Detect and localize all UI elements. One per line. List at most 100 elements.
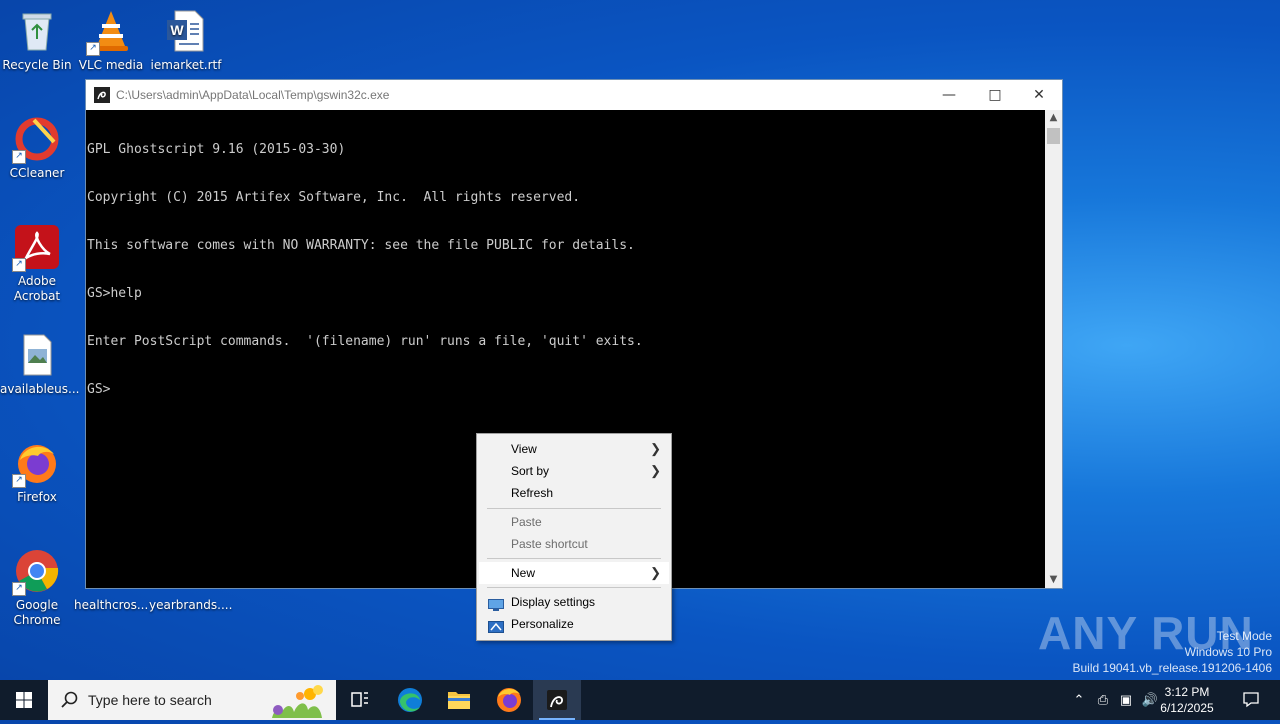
chevron-up-icon[interactable]: ⌃ (1070, 690, 1088, 710)
console-line: Copyright (C) 2015 Artifex Software, Inc… (87, 190, 581, 205)
desktop-icon-label: Google Chrome (13, 598, 61, 627)
acrobat-icon: ↗ (12, 224, 60, 272)
network-icon[interactable]: ▣ (1117, 690, 1135, 710)
menu-item-paste[interactable]: Paste (479, 511, 669, 533)
desktop-icon-yearbrands[interactable]: yearbrands.... (149, 598, 233, 613)
console-line: Enter PostScript commands. '(filename) r… (87, 334, 643, 349)
desktop-icon-iemarket[interactable]: W iemarket.rtf (149, 8, 223, 73)
shortcut-arrow-icon: ↗ (12, 474, 26, 488)
menu-item-new[interactable]: New ❯ (479, 562, 669, 584)
desktop-icon-ccleaner[interactable]: ↗ CCleaner (0, 116, 74, 181)
menu-separator (487, 587, 661, 588)
desktop-icon-label: healthcros... (74, 598, 149, 612)
usb-device-icon[interactable]: ⎙ (1094, 690, 1112, 710)
window-title: C:\Users\admin\AppData\Local\Temp\gswin3… (116, 88, 390, 102)
watermark-build: Build 19041.vb_release.191206-1406 (1072, 661, 1273, 675)
desktop-icon-label: Recycle Bin (2, 58, 72, 72)
menu-separator (487, 558, 661, 559)
menu-item-label: New (511, 566, 536, 580)
task-view-icon (351, 692, 368, 707)
desktop-icon-google-chrome[interactable]: ↗ Google Chrome (0, 548, 74, 628)
close-button[interactable]: ✕ (1016, 80, 1062, 110)
windows-watermark: Test Mode Windows 10 Pro Build 19041.vb_… (1073, 628, 1273, 676)
chrome-icon: ↗ (12, 548, 60, 596)
taskbar-ghostscript-button[interactable] (533, 680, 581, 720)
chevron-right-icon: ❯ (650, 463, 661, 478)
menu-item-sort-by[interactable]: Sort by ❯ (479, 460, 669, 482)
word-document-icon: W (163, 8, 209, 54)
desktop-icon-recycle-bin[interactable]: Recycle Bin (0, 8, 74, 73)
desktop-icon-adobe-acrobat[interactable]: ↗ Adobe Acrobat (0, 224, 74, 304)
taskbar-firefox-button[interactable] (485, 680, 533, 720)
minimize-button[interactable]: — (926, 80, 972, 110)
watermark-edition: Windows 10 Pro (1184, 645, 1272, 659)
clock-date: 6/12/2025 (1160, 701, 1214, 715)
firefox-icon: ↗ (12, 440, 60, 488)
svg-text:W: W (170, 22, 184, 38)
taskbar-file-explorer-button[interactable] (435, 680, 483, 720)
menu-item-display-settings[interactable]: Display settings (479, 591, 669, 613)
chevron-right-icon: ❯ (650, 441, 661, 456)
menu-separator (487, 508, 661, 509)
menu-item-personalize[interactable]: Personalize (479, 613, 669, 635)
menu-item-paste-shortcut[interactable]: Paste shortcut (479, 533, 669, 555)
menu-item-label: Personalize (511, 617, 574, 631)
maximize-button[interactable]: □ (972, 80, 1018, 110)
console-prompt-line: GS> (87, 382, 111, 397)
menu-item-label: Paste shortcut (511, 537, 588, 551)
desktop-icon-healthcros[interactable]: healthcros... (74, 598, 148, 613)
desktop-icon-firefox[interactable]: ↗ Firefox (0, 440, 74, 505)
search-highlight-flowers-icon (264, 682, 328, 722)
desktop-icon-availableus[interactable]: availableus... (0, 332, 80, 397)
vlc-icon: ↗ (86, 8, 134, 56)
desktop-icon-label: iemarket.rtf (150, 58, 222, 72)
desktop-icon-label: VLC media (78, 58, 144, 72)
menu-item-view[interactable]: View ❯ (479, 438, 669, 460)
taskbar-search-box[interactable]: Type here to search (48, 680, 336, 720)
recycle-bin-icon (14, 8, 60, 54)
menu-item-label: View (511, 442, 537, 456)
desktop-icon-vlc[interactable]: ↗ VLC media (74, 8, 148, 73)
console-line: This software comes with NO WARRANTY: se… (87, 238, 635, 253)
personalize-icon (488, 618, 504, 633)
menu-item-label: Display settings (511, 595, 596, 609)
ccleaner-icon: ↗ (12, 116, 60, 164)
desktop-icon-label: CCleaner (9, 166, 65, 180)
console-line: GS>help (87, 286, 142, 301)
scroll-thumb[interactable] (1047, 128, 1060, 144)
system-tray: ⌃ ⎙ ▣ 🔊 3:12 PM 6/12/2025 (1060, 680, 1280, 720)
firefox-icon (497, 688, 521, 712)
search-icon (60, 690, 80, 710)
taskbar: Type here to search ⌃ ⎙ ▣ 🔊 3:12 PM 6/12… (0, 680, 1280, 720)
watermark-test-mode: Test Mode (1216, 629, 1272, 643)
start-button[interactable] (0, 680, 48, 720)
menu-item-label: Sort by (511, 464, 550, 478)
notifications-icon[interactable] (1242, 690, 1260, 710)
shortcut-arrow-icon: ↗ (12, 582, 26, 596)
desktop-context-menu: View ❯ Sort by ❯ Refresh Paste Paste sho… (476, 433, 672, 641)
taskbar-edge-button[interactable] (386, 680, 434, 720)
scroll-up-icon[interactable]: ▲ (1045, 110, 1062, 126)
display-icon (488, 596, 504, 611)
chevron-right-icon: ❯ (650, 565, 661, 580)
shortcut-arrow-icon: ↗ (86, 42, 100, 56)
ghostscript-icon (547, 690, 567, 710)
desktop-icon-label: yearbrands.... (149, 598, 233, 612)
desktop-icon-label: Firefox (17, 490, 57, 504)
edge-icon (398, 688, 422, 712)
task-view-button[interactable] (336, 680, 384, 720)
console-line: GPL Ghostscript 9.16 (2015-03-30) (87, 142, 346, 157)
taskbar-clock[interactable]: 3:12 PM 6/12/2025 (1152, 684, 1222, 716)
shortcut-arrow-icon: ↗ (12, 258, 26, 272)
image-file-icon (14, 332, 60, 378)
window-titlebar[interactable]: C:\Users\admin\AppData\Local\Temp\gswin3… (86, 80, 1062, 110)
menu-item-label: Refresh (511, 486, 554, 500)
menu-item-refresh[interactable]: Refresh (479, 482, 669, 504)
desktop-icon-label: availableus... (0, 382, 80, 396)
scroll-down-icon[interactable]: ▼ (1045, 572, 1062, 588)
vertical-scrollbar[interactable]: ▲ ▼ (1045, 110, 1062, 588)
ghostscript-icon (94, 87, 110, 103)
desktop-icon-label: Adobe Acrobat (13, 274, 61, 303)
menu-item-label: Paste (511, 515, 542, 529)
clock-time: 3:12 PM (1164, 685, 1210, 699)
